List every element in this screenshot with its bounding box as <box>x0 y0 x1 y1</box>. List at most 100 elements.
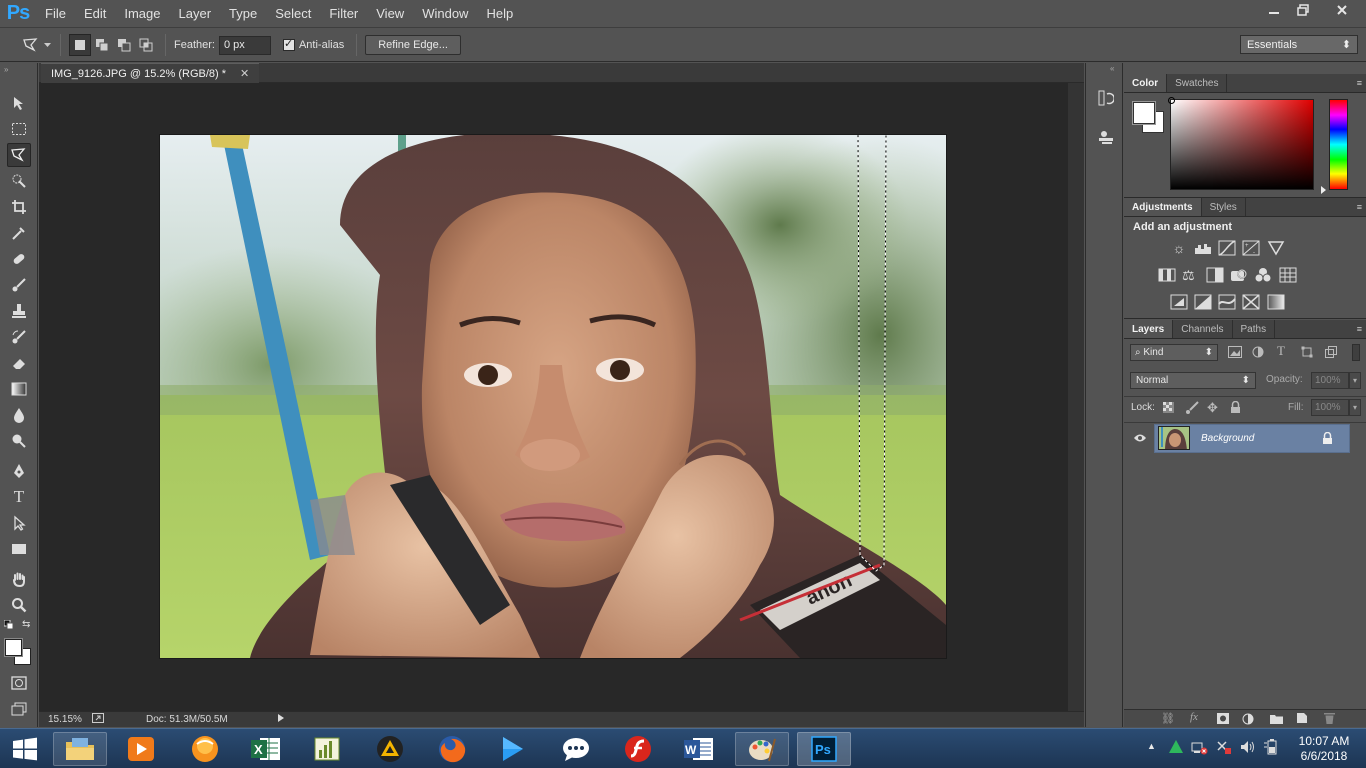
trash-icon[interactable] <box>1324 712 1335 727</box>
quick-mask-icon[interactable] <box>7 671 31 695</box>
hue-saturation-icon[interactable] <box>1158 267 1176 286</box>
filter-toggle[interactable] <box>1352 344 1360 361</box>
brush-tool-icon[interactable] <box>7 273 31 297</box>
selective-color-icon[interactable] <box>1242 294 1260 313</box>
clock[interactable]: 10:07 AM 6/6/2018 <box>1292 734 1356 764</box>
add-mask-icon[interactable] <box>1217 713 1229 727</box>
hand-tool-icon[interactable] <box>7 567 31 591</box>
exposure-icon[interactable]: + - <box>1242 240 1260 259</box>
eyedropper-tool-icon[interactable] <box>7 221 31 245</box>
gradient-map-icon[interactable] <box>1267 294 1285 313</box>
share-icon[interactable] <box>92 713 108 726</box>
menu-type[interactable]: Type <box>220 0 266 28</box>
lock-position-icon[interactable]: ✥ <box>1207 400 1218 416</box>
fill-input[interactable]: 100% <box>1311 399 1349 416</box>
paint-icon[interactable] <box>735 732 789 766</box>
flash-player-icon[interactable] <box>611 732 665 766</box>
gradient-tool-icon[interactable] <box>7 377 31 401</box>
rectangle-tool-icon[interactable] <box>7 537 31 561</box>
new-layer-icon[interactable] <box>1296 712 1308 727</box>
hue-slider-handle[interactable] <box>1321 186 1326 194</box>
layer-name[interactable]: Background <box>1201 433 1254 444</box>
chevron-down-icon[interactable]: ▾ <box>1349 372 1361 389</box>
screen-mode-icon[interactable] <box>7 697 31 721</box>
eye-icon[interactable] <box>1133 433 1147 446</box>
fx-icon[interactable]: fx <box>1190 711 1198 723</box>
messenger-icon[interactable] <box>549 732 603 766</box>
close-tab-icon[interactable]: ✕ <box>240 67 249 80</box>
tab-channels[interactable]: Channels <box>1173 320 1233 338</box>
status-menu-arrow-icon[interactable] <box>278 714 284 725</box>
menu-help[interactable]: Help <box>477 0 522 28</box>
menu-window[interactable]: Window <box>413 0 477 28</box>
new-adjustment-layer-icon[interactable] <box>1242 713 1254 728</box>
panel-menu-icon[interactable]: ≡ <box>1357 324 1362 334</box>
menu-image[interactable]: Image <box>115 0 169 28</box>
threshold-icon[interactable] <box>1218 294 1236 313</box>
menu-layer[interactable]: Layer <box>170 0 221 28</box>
battery-icon[interactable] <box>1264 739 1280 758</box>
close-icon[interactable] <box>1320 0 1364 20</box>
tab-layers[interactable]: Layers <box>1124 320 1174 338</box>
opacity-input[interactable]: 100% <box>1311 372 1349 389</box>
tab-styles[interactable]: Styles <box>1202 198 1246 216</box>
word-icon[interactable]: W <box>672 732 726 766</box>
path-selection-tool-icon[interactable] <box>7 511 31 535</box>
foreground-swatch[interactable] <box>1133 102 1155 124</box>
posterize-icon[interactable] <box>1194 294 1212 313</box>
channel-mixer-icon[interactable] <box>1254 267 1272 286</box>
photoshop-taskbar-icon[interactable]: Ps <box>797 732 851 766</box>
dodge-tool-icon[interactable] <box>7 429 31 453</box>
hue-slider[interactable] <box>1329 99 1348 190</box>
link-layers-icon[interactable]: ⛓ <box>1161 712 1175 725</box>
color-balance-icon[interactable]: ⚖ <box>1182 267 1195 284</box>
color-swatches[interactable] <box>5 637 33 667</box>
vibrance-icon[interactable] <box>1267 240 1285 259</box>
pen-tool-icon[interactable] <box>7 459 31 483</box>
black-white-icon[interactable] <box>1206 267 1224 286</box>
subtract-from-selection-icon[interactable] <box>113 34 135 56</box>
marquee-tool-icon[interactable] <box>7 117 31 141</box>
default-colors-icon[interactable] <box>3 619 14 633</box>
workspace-select[interactable]: Essentials ⬍ <box>1240 35 1358 54</box>
document-tab[interactable]: IMG_9126.JPG @ 15.2% (RGB/8) * ✕ <box>41 63 260 83</box>
chart-app-icon[interactable] <box>300 732 354 766</box>
tab-swatches[interactable]: Swatches <box>1167 74 1228 92</box>
history-brush-tool-icon[interactable] <box>7 325 31 349</box>
vertical-scrollbar[interactable] <box>1068 83 1084 711</box>
color-field[interactable] <box>1168 97 1314 190</box>
move-tool-icon[interactable] <box>7 91 31 115</box>
filter-shape-icon[interactable] <box>1301 346 1313 361</box>
blend-mode-select[interactable]: Normal ⬍ <box>1130 372 1256 389</box>
panel-menu-icon[interactable]: ≡ <box>1357 202 1362 212</box>
panel-menu-icon[interactable]: ≡ <box>1357 78 1362 88</box>
menu-select[interactable]: Select <box>266 0 320 28</box>
tab-color[interactable]: Color <box>1124 74 1168 92</box>
filter-adjustment-icon[interactable] <box>1252 346 1264 361</box>
brightness-contrast-icon[interactable]: ☼ <box>1170 240 1188 256</box>
media-player-icon[interactable] <box>114 732 168 766</box>
tray-app-2-icon[interactable] <box>1216 739 1232 758</box>
file-explorer-icon[interactable] <box>53 732 107 766</box>
add-to-selection-icon[interactable] <box>91 34 113 56</box>
chevron-down-icon[interactable] <box>42 34 52 56</box>
filter-pixel-icon[interactable] <box>1228 346 1242 361</box>
refine-edge-button[interactable]: Refine Edge... <box>365 35 461 55</box>
curves-icon[interactable] <box>1218 240 1236 259</box>
polygonal-lasso-tool-icon[interactable] <box>7 143 31 167</box>
filter-type-icon[interactable]: T <box>1277 343 1285 359</box>
stamp-tool-icon[interactable] <box>7 299 31 323</box>
foreground-color-swatch[interactable] <box>5 639 22 656</box>
properties-panel-icon[interactable] <box>1096 126 1116 148</box>
new-group-icon[interactable] <box>1270 713 1283 727</box>
new-selection-icon[interactable] <box>69 34 91 56</box>
blur-tool-icon[interactable] <box>7 403 31 427</box>
lock-image-icon[interactable] <box>1185 401 1199 417</box>
polygonal-lasso-preset-icon[interactable] <box>20 34 42 56</box>
zoom-level[interactable]: 15.15% <box>48 714 88 725</box>
levels-icon[interactable] <box>1194 240 1212 259</box>
windows-start-icon[interactable] <box>0 732 50 766</box>
tab-adjustments[interactable]: Adjustments <box>1124 198 1202 216</box>
healing-brush-tool-icon[interactable] <box>7 247 31 271</box>
menu-edit[interactable]: Edit <box>75 0 115 28</box>
